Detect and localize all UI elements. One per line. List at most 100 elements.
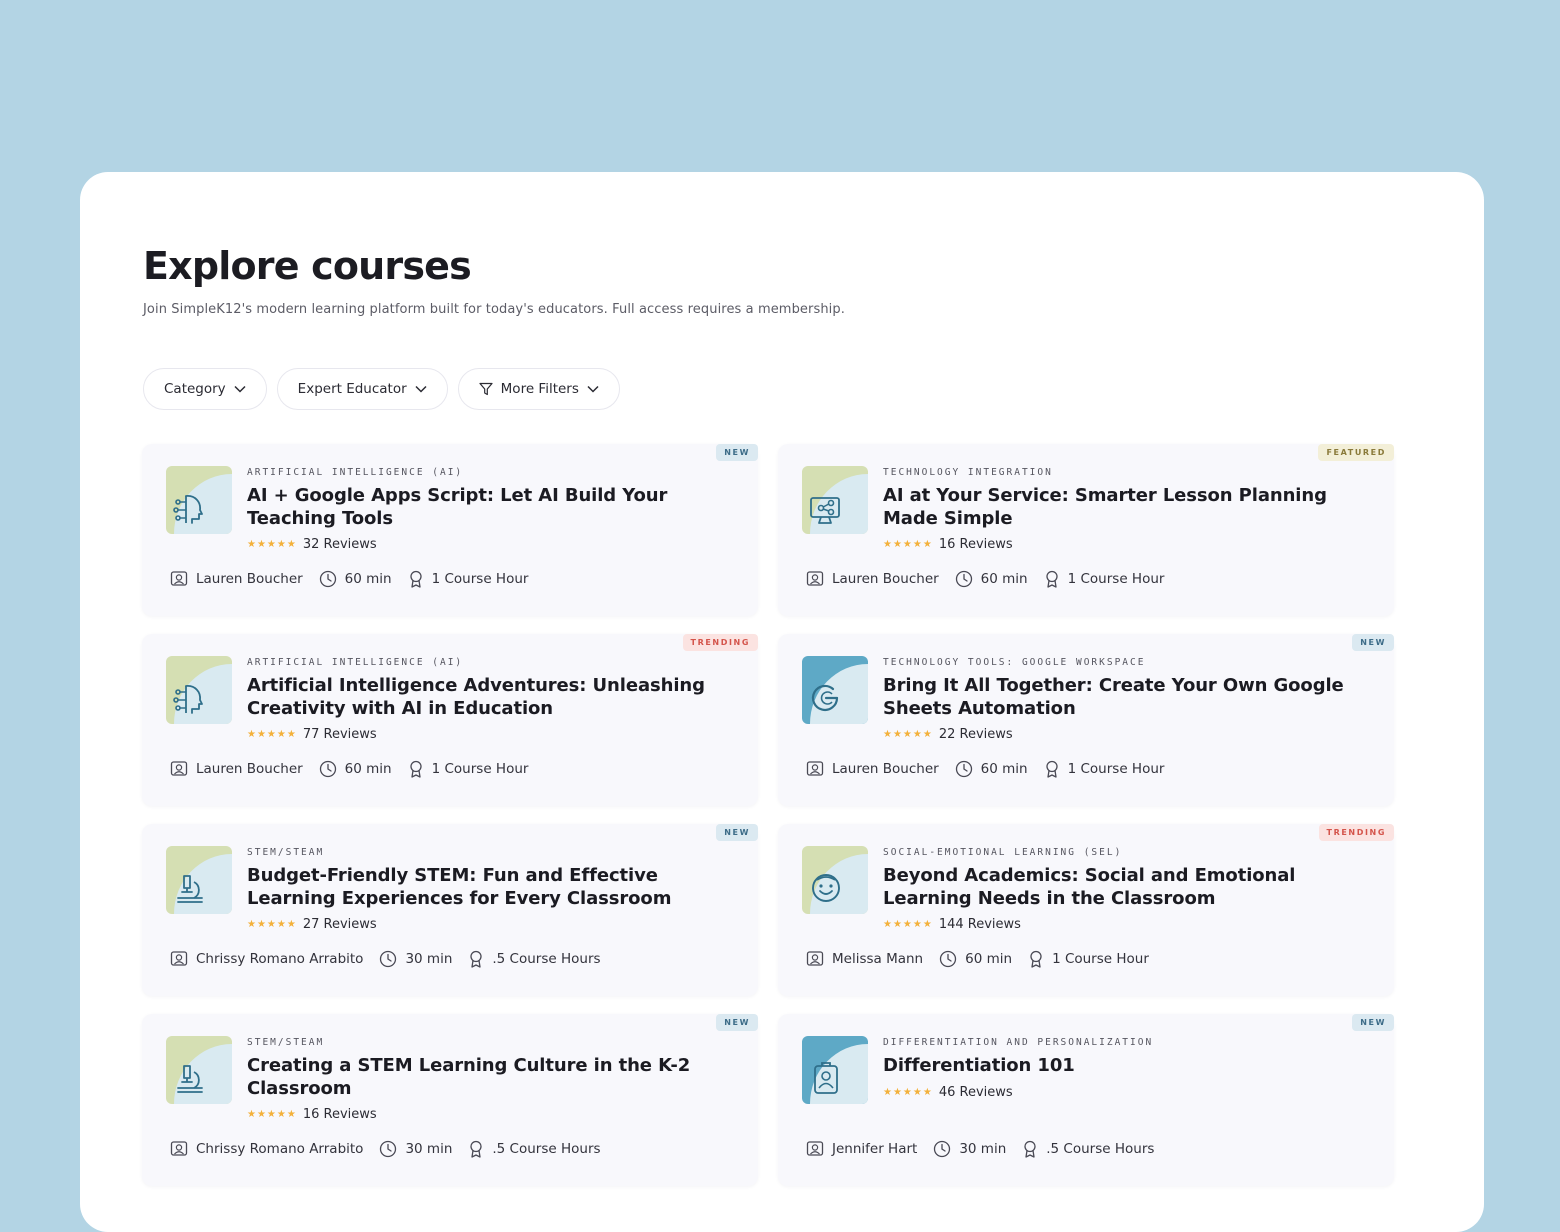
- course-duration: 60 min: [955, 570, 1028, 588]
- course-duration: 60 min: [319, 760, 392, 778]
- course-meta: Chrissy Romano Arrabito 30 min .5 Course H…: [170, 950, 601, 968]
- award-icon: [1045, 760, 1058, 778]
- course-card[interactable]: NEW STEM/STEAM Budget-Friendly STEM: Fun a…: [142, 824, 758, 996]
- course-instructor: Lauren Boucher: [170, 570, 303, 588]
- course-card[interactable]: NEW ARTIFICIAL INTELLIGENCE (AI) AI + Goog…: [142, 444, 758, 616]
- review-count: 16 Reviews: [938, 537, 1013, 552]
- category-filter-label: Category: [164, 381, 226, 397]
- instructor-name: Jennifer Hart: [832, 1141, 918, 1157]
- course-rating: ★★★★★ 32 Reviews: [247, 537, 377, 552]
- page-subtitle: Join SimpleK12's modern learning platfor…: [143, 302, 845, 317]
- duration-text: 60 min: [980, 761, 1028, 777]
- course-card[interactable]: NEW DIFFERENTIATION AND PERSONALIZATION Di…: [778, 1014, 1394, 1186]
- rating-stars: ★★★★★: [247, 539, 297, 550]
- course-card[interactable]: NEW STEM/STEAM Creating a STEM Learning Cu…: [142, 1014, 758, 1186]
- instructor-icon: [170, 571, 188, 586]
- credit-text: 1 Course Hour: [431, 761, 529, 777]
- instructor-name: Melissa Mann: [832, 951, 924, 967]
- course-card[interactable]: NEW TECHNOLOGY TOOLS: GOOGLE WORKSPACE Bri…: [778, 634, 1394, 806]
- clock-icon: [319, 570, 336, 588]
- rating-stars: ★★★★★: [883, 919, 933, 930]
- course-credit: 1 Course Hour: [1028, 950, 1149, 968]
- course-title[interactable]: Budget-Friendly STEM: Fun and Effective …: [247, 864, 737, 910]
- duration-text: 30 min: [405, 1141, 453, 1157]
- clock-icon: [319, 760, 336, 778]
- course-badge: NEW: [716, 444, 758, 461]
- google-g-icon: [811, 684, 839, 711]
- course-thumbnail: [802, 846, 868, 914]
- award-icon: [470, 1140, 483, 1158]
- course-instructor: Melissa Mann: [806, 950, 923, 968]
- course-title[interactable]: Differentiation 101: [883, 1054, 1373, 1077]
- filter-icon: [479, 382, 493, 396]
- instructor-icon: [806, 571, 824, 586]
- course-category: STEM/STEAM: [247, 1037, 325, 1048]
- course-category: STEM/STEAM: [247, 847, 325, 858]
- course-title[interactable]: AI + Google Apps Script: Let AI Build Yo…: [247, 484, 737, 530]
- duration-text: 30 min: [405, 951, 453, 967]
- explore-panel: Explore courses Join SimpleK12's modern …: [80, 172, 1484, 1232]
- credit-text: .5 Course Hours: [492, 951, 601, 967]
- course-badge: NEW: [1352, 1014, 1394, 1031]
- course-meta: Lauren Boucher 60 min 1 Course Hour: [170, 570, 528, 588]
- review-count: 144 Reviews: [938, 917, 1021, 932]
- ai-head-icon: [173, 495, 203, 524]
- course-rating: ★★★★★ 144 Reviews: [883, 917, 1021, 932]
- course-badge: TRENDING: [682, 634, 758, 651]
- course-duration: 30 min: [933, 1140, 1006, 1158]
- course-category: ARTIFICIAL INTELLIGENCE (AI): [247, 657, 464, 668]
- instructor-name: Chrissy Romano Arrabito: [196, 1141, 364, 1157]
- credit-text: 1 Course Hour: [1052, 951, 1149, 967]
- review-count: 77 Reviews: [302, 727, 377, 742]
- clock-icon: [939, 950, 957, 968]
- course-instructor: Lauren Boucher: [806, 570, 939, 588]
- award-icon: [409, 570, 422, 588]
- course-title[interactable]: Bring It All Together: Create Your Own G…: [883, 674, 1373, 720]
- more-filters-button[interactable]: More Filters: [457, 368, 620, 410]
- instructor-name: Chrissy Romano Arrabito: [196, 951, 364, 967]
- course-title[interactable]: AI at Your Service: Smarter Lesson Plann…: [883, 484, 1373, 530]
- instructor-icon: [170, 761, 188, 776]
- course-rating: ★★★★★ 22 Reviews: [883, 727, 1013, 742]
- course-badge: NEW: [716, 824, 758, 841]
- course-thumbnail: [802, 656, 868, 724]
- course-title[interactable]: Artificial Intelligence Adventures: Unle…: [247, 674, 737, 720]
- clock-icon: [934, 1140, 951, 1158]
- course-category: TECHNOLOGY TOOLS: GOOGLE WORKSPACE: [883, 657, 1146, 668]
- award-icon: [1024, 1140, 1036, 1158]
- expert-educator-filter-button[interactable]: Expert Educator: [276, 368, 448, 410]
- course-badge: FEATURED: [1318, 444, 1394, 461]
- course-instructor: Jennifer Hart: [806, 1140, 917, 1158]
- duration-text: 60 min: [344, 571, 392, 587]
- course-title[interactable]: Creating a STEM Learning Culture in the …: [247, 1054, 737, 1100]
- chevron-down-icon: [234, 385, 246, 393]
- course-card[interactable]: TRENDING SOCIAL-EMOTIONAL LEARNING (SEL) B…: [778, 824, 1394, 996]
- course-credit: 1 Course Hour: [408, 570, 529, 588]
- course-card[interactable]: FEATURED TECHNOLOGY INTEGRATION AI at Your…: [778, 444, 1394, 616]
- course-meta: Chrissy Romano Arrabito 30 min .5 Course H…: [170, 1140, 601, 1158]
- credit-text: 1 Course Hour: [431, 571, 529, 587]
- course-credit: .5 Course Hours: [468, 1140, 601, 1158]
- category-filter-button[interactable]: Category: [143, 368, 267, 410]
- course-credit: 1 Course Hour: [408, 760, 529, 778]
- credit-text: .5 Course Hours: [1046, 1141, 1155, 1157]
- instructor-icon: [170, 951, 188, 966]
- award-icon: [1030, 950, 1042, 968]
- course-badge: NEW: [716, 1014, 758, 1031]
- review-count: 46 Reviews: [938, 1085, 1013, 1100]
- clock-icon: [955, 760, 972, 778]
- course-instructor: Lauren Boucher: [170, 760, 303, 778]
- clock-icon: [380, 1140, 397, 1158]
- course-card[interactable]: TRENDING ARTIFICIAL INTELLIGENCE (AI) Arti…: [142, 634, 758, 806]
- duration-text: 60 min: [965, 951, 1013, 967]
- course-rating: ★★★★★ 77 Reviews: [247, 727, 377, 742]
- course-grid: NEW ARTIFICIAL INTELLIGENCE (AI) AI + Goog…: [142, 444, 1394, 1186]
- course-instructor: Chrissy Romano Arrabito: [170, 950, 363, 968]
- instructor-icon: [806, 951, 824, 966]
- rating-stars: ★★★★★: [247, 729, 297, 740]
- course-title[interactable]: Beyond Academics: Social and Emotional L…: [883, 864, 1373, 910]
- instructor-name: Lauren Boucher: [196, 571, 303, 587]
- review-count: 32 Reviews: [302, 537, 377, 552]
- course-meta: Lauren Boucher 60 min 1 Course Hour: [806, 760, 1164, 778]
- course-meta: Lauren Boucher 60 min 1 Course Hour: [170, 760, 528, 778]
